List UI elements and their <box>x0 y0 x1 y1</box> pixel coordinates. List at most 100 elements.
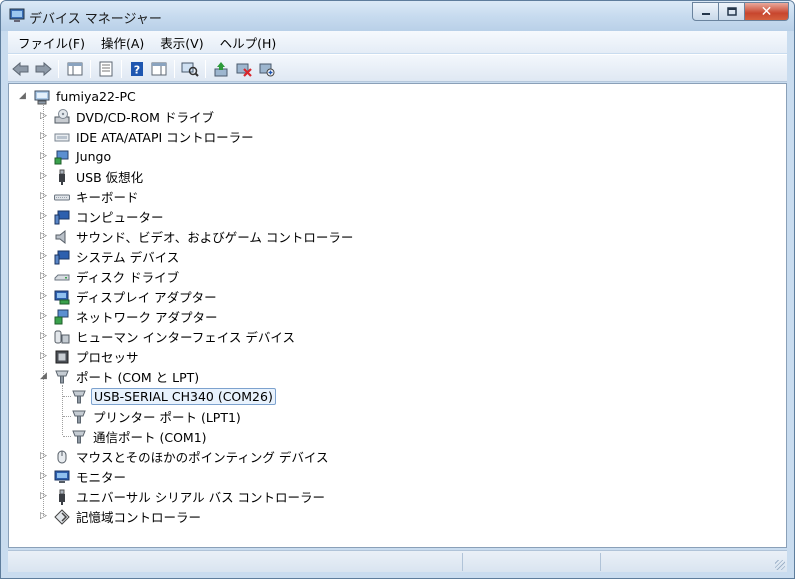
svg-text:?: ? <box>134 64 140 77</box>
disk-drive-icon <box>54 269 70 285</box>
tree-category-sound[interactable]: ▷ サウンド、ビデオ、およびゲーム コントローラー <box>37 227 355 246</box>
scan-hardware-button[interactable] <box>180 59 200 79</box>
tree-root-label: fumiya22-PC <box>56 89 136 104</box>
uninstall-icon <box>236 63 252 77</box>
tree-category-label: ユニバーサル シリアル バス コントローラー <box>76 490 326 505</box>
tree-device-label: プリンター ポート (LPT1) <box>93 410 241 425</box>
tree-category-storage[interactable]: ▷ 記憶域コントローラー <box>37 507 203 526</box>
tree-category-usb-virtual[interactable]: ▷ USB 仮想化 <box>37 167 145 186</box>
tree-category-network[interactable]: ▷ ネットワーク アダプター <box>37 307 219 326</box>
tree-category-label: ネットワーク アダプター <box>76 310 218 325</box>
close-button[interactable]: ✕ <box>745 2 789 21</box>
tree-root[interactable]: ◢ fumiya22-PC <box>17 87 138 106</box>
uninstall-button[interactable] <box>234 59 254 79</box>
network-adapter-icon <box>54 309 70 325</box>
expand-toggle-icon[interactable]: ▷ <box>40 272 49 281</box>
tree-category-computer[interactable]: ▷ コンピューター <box>37 207 166 226</box>
tree-category-monitor[interactable]: ▷ モニター <box>37 467 128 486</box>
forward-icon <box>35 61 52 77</box>
forward-button[interactable] <box>33 59 53 79</box>
expand-toggle-icon[interactable]: ▷ <box>40 172 49 181</box>
tree-device-label: 通信ポート (COM1) <box>93 430 207 445</box>
expand-toggle-icon[interactable]: ▷ <box>40 452 49 461</box>
disable-device-button[interactable] <box>257 59 277 79</box>
menu-action[interactable]: 操作(A) <box>95 33 150 52</box>
tree-category-hid[interactable]: ▷ ヒューマン インターフェイス デバイス <box>37 327 297 346</box>
expand-toggle-icon[interactable]: ▷ <box>40 212 49 221</box>
show-hide-console-tree-icon <box>67 62 83 76</box>
tree-category-label: Jungo <box>76 149 112 164</box>
port-icon <box>71 429 87 445</box>
tree-category-system[interactable]: ▷ システム デバイス <box>37 247 181 266</box>
expand-toggle-icon[interactable]: ▷ <box>40 472 49 481</box>
menu-bar: ファイル(F) 操作(A) 表示(V) ヘルプ(H) <box>8 31 787 53</box>
properties-button[interactable] <box>96 59 116 79</box>
show-hide-console-tree-button[interactable] <box>65 59 85 79</box>
tree-category-label: サウンド、ビデオ、およびゲーム コントローラー <box>76 230 354 245</box>
port-icon <box>54 369 70 385</box>
menu-file[interactable]: ファイル(F) <box>12 33 91 52</box>
tree-category-label: IDE ATA/ATAPI コントローラー <box>76 130 254 145</box>
maximize-icon <box>726 6 737 16</box>
action-pane-icon <box>151 62 167 76</box>
device-tree[interactable]: ◢ fumiya22-PC ▷ DVD/CD-ROM ドライブ ▷ IDE AT… <box>8 83 787 548</box>
update-driver-icon <box>214 62 228 77</box>
minimize-button[interactable] <box>692 2 719 21</box>
tree-device-label: USB-SERIAL CH340 (COM26) <box>91 388 276 405</box>
help-button[interactable]: ? <box>127 59 147 79</box>
tree-category-processor[interactable]: ▷ プロセッサ <box>37 347 141 366</box>
tree-category-label: キーボード <box>76 190 139 205</box>
system-devices-icon <box>54 249 70 265</box>
tree-category-label: ディスプレイ アダプター <box>76 290 217 305</box>
expand-toggle-icon[interactable]: ▷ <box>40 112 49 121</box>
tree-device-usb-serial[interactable]: USB-SERIAL CH340 (COM26) <box>71 387 276 406</box>
update-driver-button[interactable] <box>212 59 232 79</box>
usb-virtualization-icon <box>54 169 70 185</box>
tree-category-label: システム デバイス <box>76 250 180 265</box>
help-icon: ? <box>131 62 143 77</box>
expand-toggle-icon[interactable]: ▷ <box>40 192 49 201</box>
expand-toggle-icon[interactable]: ▷ <box>40 152 49 161</box>
collapse-toggle-icon[interactable]: ◢ <box>40 372 49 381</box>
maximize-button[interactable] <box>719 2 745 21</box>
expand-toggle-icon[interactable]: ▷ <box>40 312 49 321</box>
tree-category-ide[interactable]: ▷ IDE ATA/ATAPI コントローラー <box>37 127 256 146</box>
port-icon <box>71 409 87 425</box>
expand-toggle-icon[interactable]: ▷ <box>40 292 49 301</box>
title-bar[interactable]: デバイス マネージャー ✕ <box>1 1 794 31</box>
tree-category-usb-controllers[interactable]: ▷ ユニバーサル シリアル バス コントローラー <box>37 487 327 506</box>
expand-toggle-icon[interactable]: ▷ <box>40 492 49 501</box>
status-pane <box>600 553 787 571</box>
menu-view[interactable]: 表示(V) <box>154 33 209 52</box>
tree-category-disk[interactable]: ▷ ディスク ドライブ <box>37 267 181 286</box>
tree-category-label: ディスク ドライブ <box>76 270 180 285</box>
expand-toggle-icon[interactable]: ▷ <box>40 232 49 241</box>
tree-category-label: ヒューマン インターフェイス デバイス <box>76 330 295 345</box>
tree-category-label: USB 仮想化 <box>76 170 144 185</box>
tree-category-ports[interactable]: ◢ ポート (COM と LPT) <box>37 367 201 386</box>
expand-toggle-icon[interactable]: ▷ <box>40 512 49 521</box>
expand-toggle-icon[interactable]: ▷ <box>40 332 49 341</box>
mouse-icon <box>54 449 70 465</box>
tree-category-jungo[interactable]: ▷ Jungo <box>37 147 113 166</box>
minimize-icon <box>701 12 710 15</box>
expand-toggle-icon[interactable]: ▷ <box>40 132 49 141</box>
back-button[interactable] <box>11 59 31 79</box>
window-title: デバイス マネージャー <box>29 12 162 27</box>
tree-category-mouse[interactable]: ▷ マウスとそのほかのポインティング デバイス <box>37 447 330 466</box>
action-pane-button[interactable] <box>149 59 169 79</box>
tree-category-label: プロセッサ <box>76 350 139 365</box>
jungo-device-icon <box>54 149 70 165</box>
expand-toggle-icon[interactable]: ▷ <box>40 352 49 361</box>
tree-device-comm-port[interactable]: 通信ポート (COM1) <box>71 427 209 446</box>
tree-device-printer-port[interactable]: プリンター ポート (LPT1) <box>71 407 243 426</box>
tree-category-keyboard[interactable]: ▷ キーボード <box>37 187 141 206</box>
tree-category-label: コンピューター <box>76 210 164 225</box>
resize-grip-icon[interactable] <box>775 560 785 570</box>
tree-category-display[interactable]: ▷ ディスプレイ アダプター <box>37 287 219 306</box>
collapse-toggle-icon[interactable]: ◢ <box>19 92 28 101</box>
tree-category-dvd[interactable]: ▷ DVD/CD-ROM ドライブ <box>37 107 216 126</box>
menu-help[interactable]: ヘルプ(H) <box>214 33 283 52</box>
processor-icon <box>54 349 70 365</box>
expand-toggle-icon[interactable]: ▷ <box>40 252 49 261</box>
